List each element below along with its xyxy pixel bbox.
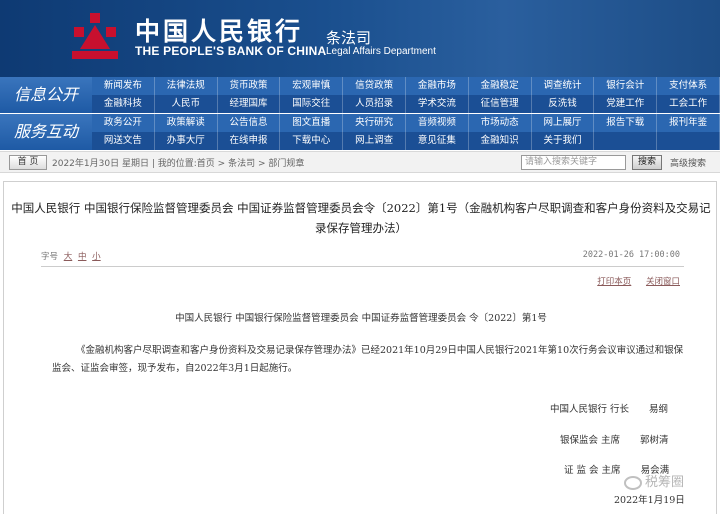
nav-link-empty [657,132,720,150]
watermark-text: 税筹圈 [645,475,685,490]
nav-group-info-disclosure: 信息公开 新闻发布 法律法规 货币政策 宏观审慎 信贷政策 金融市场 金融稳定 … [0,77,720,113]
nav-link[interactable]: 央行研究 [343,114,406,132]
nav-link[interactable]: 网上展厅 [532,114,595,132]
nav-link[interactable]: 图文直播 [280,114,344,132]
brand-name-cn: 中国人民银行 [135,17,304,46]
nav-link[interactable]: 在线申报 [218,132,281,150]
font-size-small[interactable]: 小 [92,252,101,262]
nav-link[interactable]: 意见征集 [406,132,469,150]
nav-link[interactable]: 政策解读 [155,114,218,132]
divider [41,266,684,267]
nav-group-service-interaction: 服务互动 政务公开 政策解读 公告信息 图文直播 央行研究 音频视频 市场动态 … [0,114,720,150]
nav-link[interactable]: 信贷政策 [343,77,406,95]
sign-date: 2022年1月19日 [614,495,685,506]
location-label[interactable]: 我的位置:首页 [158,159,215,169]
publish-time: 2022-01-26 17:00:00 [582,250,680,260]
nav-group-label: 服务互动 [0,114,92,150]
nav-link[interactable]: 征信管理 [469,95,532,113]
nav-link[interactable]: 报告下载 [594,114,658,132]
signature-line: 中国人民银行 行长 易纲 [550,401,668,415]
nav-row: 新闻发布 法律法规 货币政策 宏观审慎 信贷政策 金融市场 金融稳定 调查统计 … [92,77,720,95]
nav-link[interactable]: 学术交流 [406,95,469,113]
nav-link[interactable]: 网上调查 [343,132,406,150]
close-window-link[interactable]: 关闭窗口 [646,277,680,287]
signatory-title: 中国人民银行 行长 [550,404,630,415]
nav-link[interactable]: 工会工作 [657,95,720,113]
signature-line: 银保监会 主席 郭树清 [560,432,669,446]
nav-link[interactable]: 国际交往 [280,95,344,113]
department-name-cn: 条法司 [326,29,372,47]
department-name-en: Legal Affairs Department [326,46,436,57]
nav-link-empty [594,132,658,150]
nav-link[interactable]: 公告信息 [218,114,281,132]
nav-link[interactable]: 市场动态 [469,114,532,132]
nav-link[interactable]: 法律法规 [155,77,218,95]
nav-link[interactable]: 关于我们 [532,132,595,150]
search-input[interactable]: 请输入搜索关键字 [521,155,626,170]
article-body: 《金融机构客户尽职调查和客户身份资料及交易记录保存管理办法》已经2021年10月… [52,345,684,374]
print-link[interactable]: 打印本页 [597,277,631,287]
nav-link[interactable]: 金融知识 [469,132,532,150]
signatory-name: 郭树清 [640,435,669,446]
breadcrumb: 2022年1月30日 星期日 | 我的位置:首页 > 条法司 > 部门规章 [52,159,305,169]
nav-row: 金融科技 人民币 经理国库 国际交往 人员招录 学术交流 征信管理 反洗钱 党建… [92,95,720,113]
search-button[interactable]: 搜索 [632,155,662,170]
brand-name-en: THE PEOPLE'S BANK OF CHINA [135,44,327,58]
font-size-selector: 字号 大 中 小 [41,250,101,262]
nav-link[interactable]: 报刊年鉴 [657,114,720,132]
nav-row: 网送文告 办事大厅 在线申报 下载中心 网上调查 意见征集 金融知识 关于我们 [92,132,720,150]
watermark: 税筹圈 [624,471,684,490]
article-title: 中国人民银行 中国银行保险监督管理委员会 中国证券监督管理委员会令〔2022〕第… [11,201,711,235]
main-navigation: 信息公开 新闻发布 法律法规 货币政策 宏观审慎 信贷政策 金融市场 金融稳定 … [0,77,720,151]
nav-link[interactable]: 调查统计 [532,77,595,95]
nav-group-label: 信息公开 [0,77,92,113]
pboc-logo-icon [72,13,118,59]
font-size-medium[interactable]: 中 [78,252,87,262]
nav-link[interactable]: 支付体系 [657,77,720,95]
nav-link[interactable]: 下载中心 [280,132,344,150]
nav-link[interactable]: 音频视频 [406,114,469,132]
breadcrumb-item[interactable]: 部门规章 [268,159,304,169]
breadcrumb-item[interactable]: 条法司 [228,159,255,169]
nav-row: 政务公开 政策解读 公告信息 图文直播 央行研究 音频视频 市场动态 网上展厅 … [92,114,720,132]
nav-link[interactable]: 宏观审慎 [280,77,344,95]
nav-link[interactable]: 金融稳定 [469,77,532,95]
article-tools: 打印本页 关闭窗口 [585,275,680,287]
nav-link[interactable]: 新闻发布 [92,77,155,95]
nav-link[interactable]: 人员招录 [343,95,406,113]
signatory-title: 证 监 会 主席 [564,465,621,476]
nav-link[interactable]: 经理国库 [218,95,281,113]
wechat-icon [624,475,642,490]
home-button[interactable]: 首 页 [9,155,47,170]
nav-link[interactable]: 货币政策 [218,77,281,95]
nav-link[interactable]: 政务公开 [92,114,155,132]
font-size-large[interactable]: 大 [64,252,73,262]
nav-link[interactable]: 银行会计 [594,77,658,95]
advanced-search-link[interactable]: 高级搜索 [670,156,706,169]
article-panel: 中国人民银行 中国银行保险监督管理委员会 中国证券监督管理委员会令〔2022〕第… [3,181,717,514]
site-banner: 中国人民银行 THE PEOPLE'S BANK OF CHINA 条法司 Le… [0,0,720,77]
nav-link[interactable]: 金融市场 [406,77,469,95]
order-heading: 中国人民银行 中国银行保险监督管理委员会 中国证券监督管理委员会 令〔2022〕… [175,313,547,324]
nav-link[interactable]: 网送文告 [92,132,155,150]
signatory-title: 银保监会 主席 [560,435,621,446]
current-date: 2022年1月30日 星期日 [52,159,149,169]
status-bar: 首 页 2022年1月30日 星期日 | 我的位置:首页 > 条法司 > 部门规… [0,151,720,173]
nav-link[interactable]: 办事大厅 [155,132,218,150]
signatory-name: 易纲 [649,404,669,415]
nav-link[interactable]: 金融科技 [92,95,155,113]
font-size-label: 字号 [41,252,59,262]
nav-link[interactable]: 反洗钱 [532,95,595,113]
nav-link[interactable]: 人民币 [155,95,218,113]
nav-link[interactable]: 党建工作 [594,95,658,113]
